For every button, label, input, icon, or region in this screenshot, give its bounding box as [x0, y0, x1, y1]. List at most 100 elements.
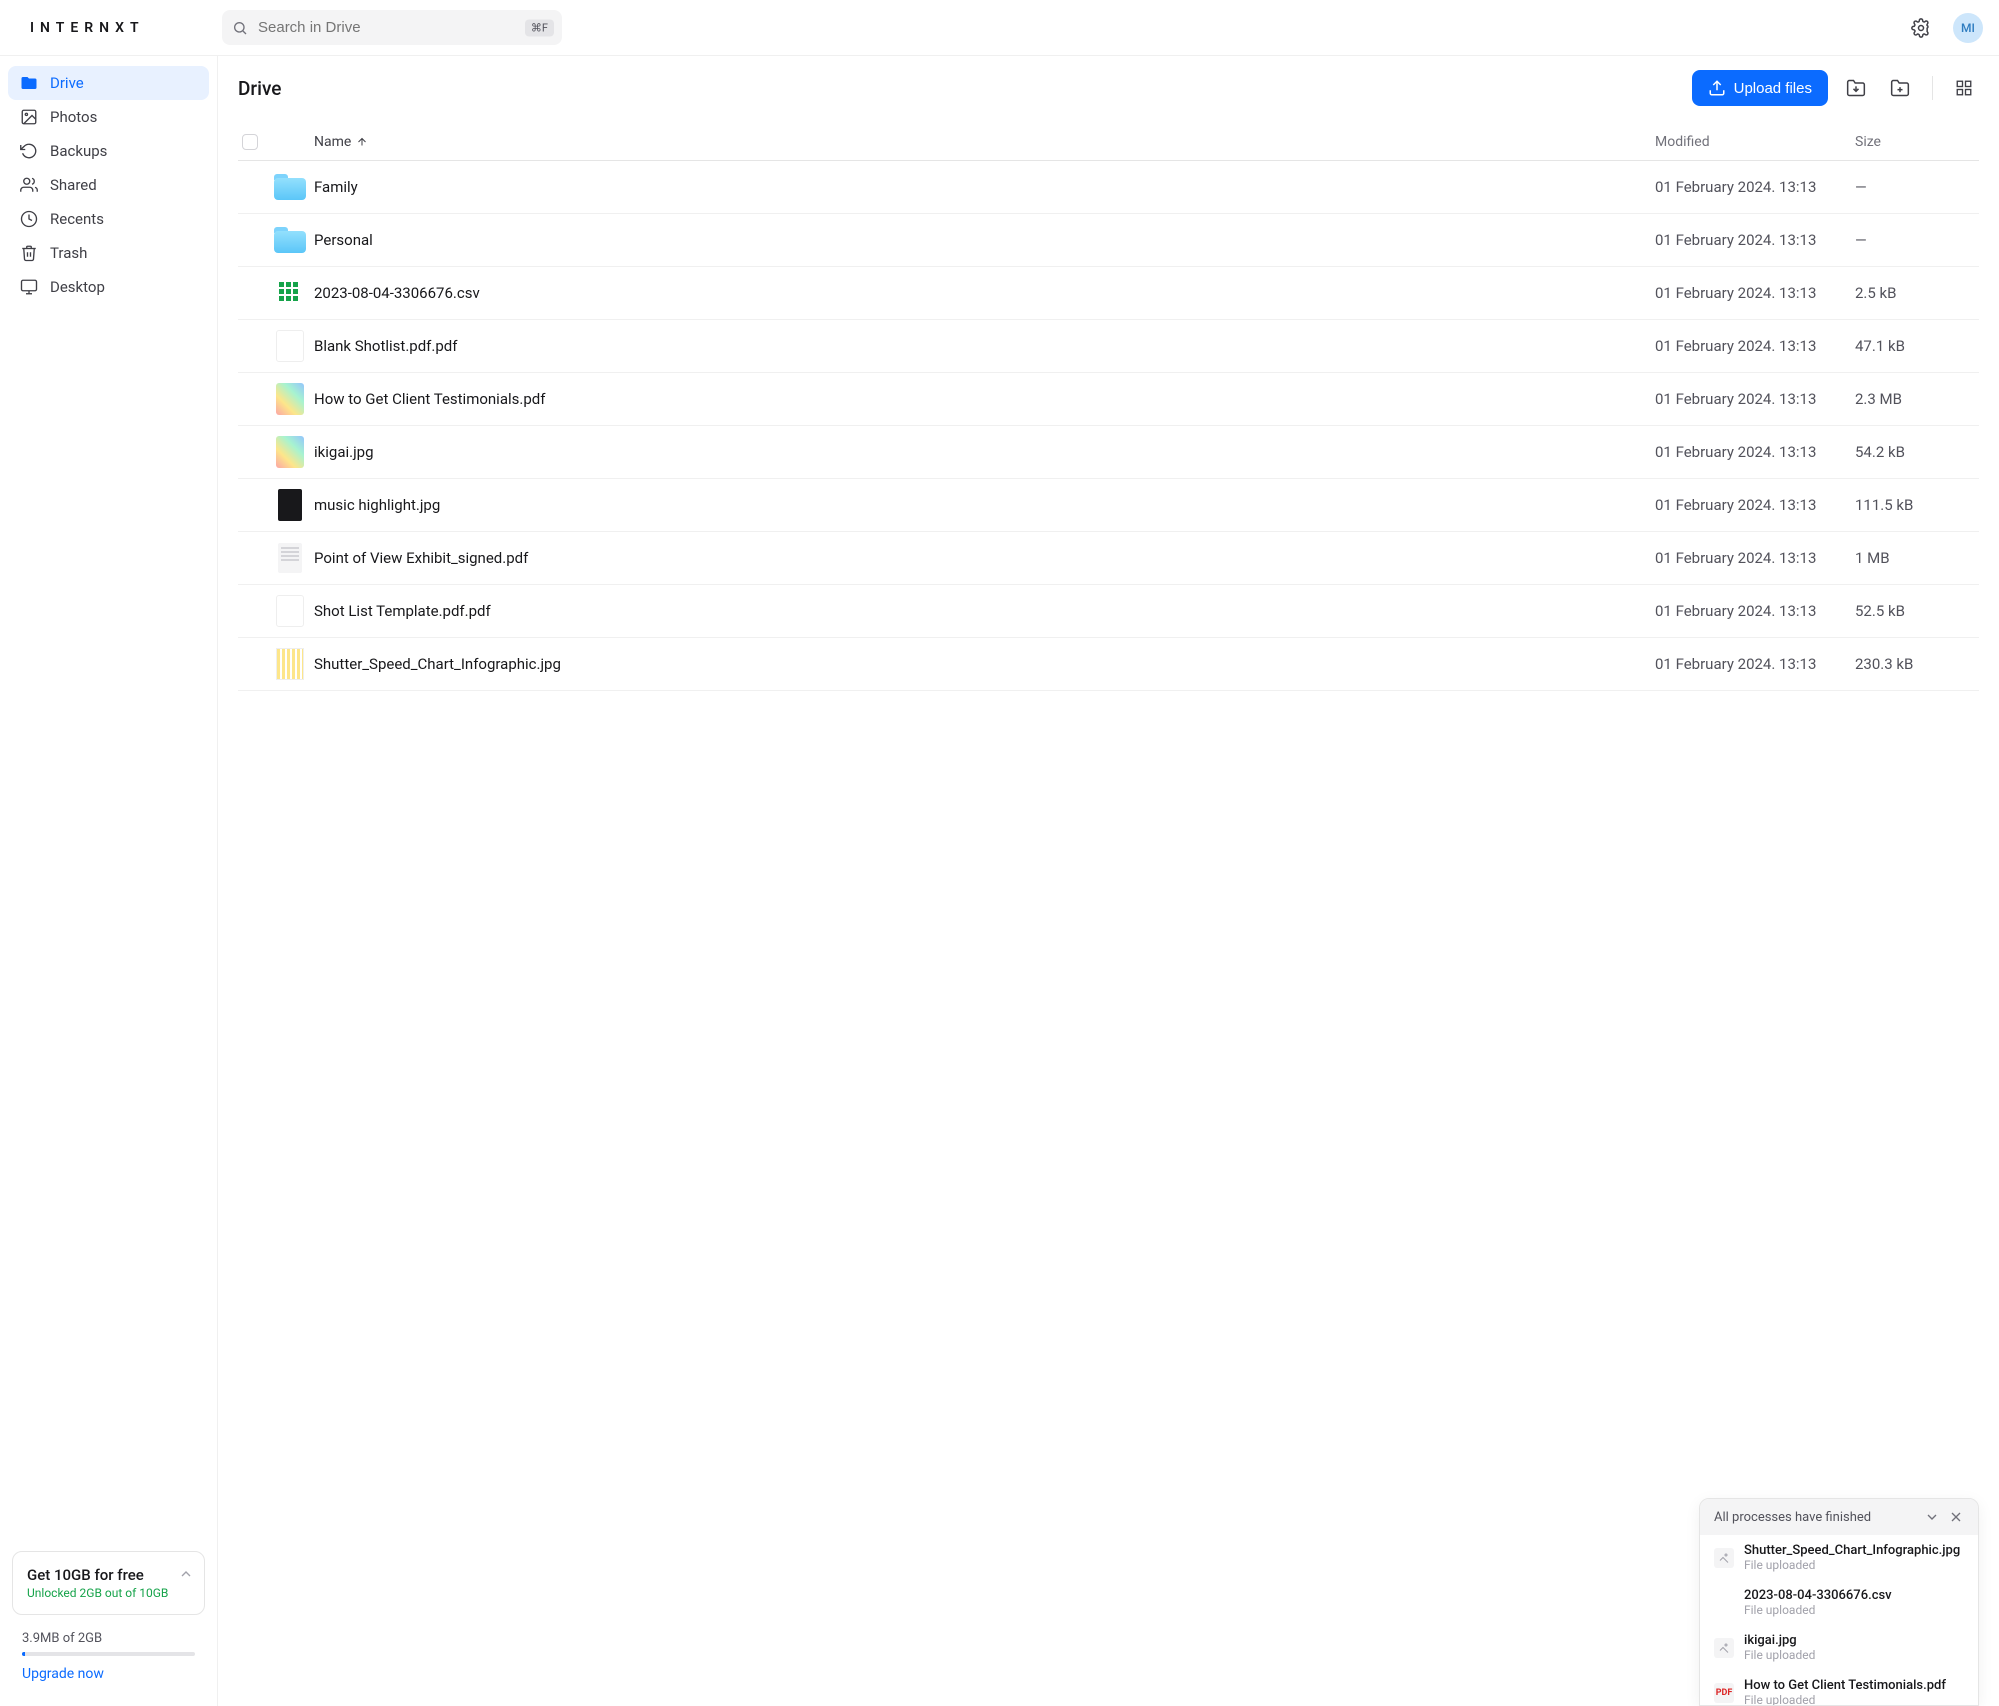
table-row[interactable]: Family 01 February 2024. 13:13 — — [238, 161, 1979, 214]
file-size: 2.3 MB — [1855, 390, 1975, 408]
file-name: Personal — [314, 231, 1655, 249]
chevron-up-icon — [178, 1566, 194, 1582]
sidebar-item-label: Desktop — [50, 278, 105, 296]
file-modified: 01 February 2024. 13:13 — [1655, 284, 1855, 302]
sidebar-item-label: Trash — [50, 244, 87, 262]
file-size: — — [1855, 231, 1975, 249]
file-thumb — [274, 224, 306, 256]
sidebar: Drive Photos Backups Shared Recents Trash Desk… — [0, 56, 218, 1706]
column-modified[interactable]: Modified — [1655, 134, 1855, 150]
main-content: Drive Upload files — [218, 56, 1999, 1706]
file-modified: 01 February 2024. 13:13 — [1655, 602, 1855, 620]
table-row[interactable]: Shutter_Speed_Chart_Infographic.jpg 01 F… — [238, 638, 1979, 691]
new-folder-button[interactable] — [1884, 72, 1916, 104]
logo: INTERNXT — [16, 20, 206, 36]
gear-icon — [1911, 18, 1931, 38]
column-size[interactable]: Size — [1855, 134, 1975, 150]
file-name: Point of View Exhibit_signed.pdf — [314, 549, 1655, 567]
file-size: — — [1855, 178, 1975, 196]
file-size: 230.3 kB — [1855, 655, 1975, 673]
table-row[interactable]: music highlight.jpg 01 February 2024. 13… — [238, 479, 1979, 532]
settings-button[interactable] — [1905, 12, 1937, 44]
sidebar-item-trash[interactable]: Trash — [8, 236, 209, 270]
file-thumb — [274, 648, 306, 680]
toast-file-name: ikigai.jpg — [1744, 1633, 1815, 1648]
toast-file-status: File uploaded — [1744, 1603, 1892, 1617]
avatar[interactable]: MI — [1953, 13, 1983, 43]
file-modified: 01 February 2024. 13:13 — [1655, 178, 1855, 196]
sidebar-item-drive[interactable]: Drive — [8, 66, 209, 100]
promo-subtitle: Unlocked 2GB out of 10GB — [27, 1586, 190, 1600]
file-thumb — [274, 436, 306, 468]
chevron-down-icon[interactable] — [1924, 1509, 1940, 1525]
file-name: music highlight.jpg — [314, 496, 1655, 514]
file-name: How to Get Client Testimonials.pdf — [314, 390, 1655, 408]
toast-item: 2023-08-04-3306676.csvFile uploaded — [1700, 1580, 1978, 1625]
sidebar-item-desktop[interactable]: Desktop — [8, 270, 209, 304]
file-thumb — [274, 542, 306, 574]
close-icon[interactable] — [1948, 1509, 1964, 1525]
sidebar-item-label: Drive — [50, 74, 84, 92]
file-thumb — [274, 489, 306, 521]
select-all-checkbox[interactable] — [242, 134, 258, 150]
history-icon — [20, 142, 38, 160]
grid-view-button[interactable] — [1949, 73, 1979, 103]
upgrade-link[interactable]: Upgrade now — [22, 1666, 195, 1682]
file-name: Family — [314, 178, 1655, 196]
trash-icon — [20, 244, 38, 262]
toast-file-name: Shutter_Speed_Chart_Infographic.jpg — [1744, 1543, 1960, 1558]
search-shortcut: ⌘F — [525, 19, 554, 36]
table-row[interactable]: ikigai.jpg 01 February 2024. 13:13 54.2 … — [238, 426, 1979, 479]
file-name: Blank Shotlist.pdf.pdf — [314, 337, 1655, 355]
clock-icon — [20, 210, 38, 228]
upload-icon — [1708, 79, 1726, 97]
folder-download-icon — [1846, 78, 1866, 98]
file-size: 52.5 kB — [1855, 602, 1975, 620]
file-modified: 01 February 2024. 13:13 — [1655, 337, 1855, 355]
file-thumb — [274, 383, 306, 415]
toast-file-status: File uploaded — [1744, 1648, 1815, 1662]
file-size: 54.2 kB — [1855, 443, 1975, 461]
new-folder-download-button[interactable] — [1840, 72, 1872, 104]
table-row[interactable]: Point of View Exhibit_signed.pdf 01 Febr… — [238, 532, 1979, 585]
table-row[interactable]: How to Get Client Testimonials.pdf 01 Fe… — [238, 373, 1979, 426]
table-row[interactable]: Shot List Template.pdf.pdf 01 February 2… — [238, 585, 1979, 638]
table-row[interactable]: Personal 01 February 2024. 13:13 — — [238, 214, 1979, 267]
sidebar-item-label: Backups — [50, 142, 107, 160]
grid-icon — [1955, 79, 1973, 97]
search-box[interactable]: ⌘F — [222, 10, 562, 45]
toast-item: PDFHow to Get Client Testimonials.pdfFil… — [1700, 1670, 1978, 1705]
column-name[interactable]: Name — [314, 134, 1655, 150]
sidebar-item-shared[interactable]: Shared — [8, 168, 209, 202]
file-name: ikigai.jpg — [314, 443, 1655, 461]
sidebar-item-backups[interactable]: Backups — [8, 134, 209, 168]
search-input[interactable] — [222, 10, 562, 45]
upload-files-button[interactable]: Upload files — [1692, 70, 1828, 106]
image-icon — [20, 108, 38, 126]
toast-file-status: File uploaded — [1744, 1558, 1960, 1572]
users-icon — [20, 176, 38, 194]
file-modified: 01 February 2024. 13:13 — [1655, 390, 1855, 408]
folder-plus-icon — [1890, 78, 1910, 98]
file-name: Shutter_Speed_Chart_Infographic.jpg — [314, 655, 1655, 673]
table-row[interactable]: 2023-08-04-3306676.csv 01 February 2024.… — [238, 267, 1979, 320]
sidebar-item-photos[interactable]: Photos — [8, 100, 209, 134]
sidebar-item-label: Photos — [50, 108, 97, 126]
toast-file-status: File uploaded — [1744, 1693, 1946, 1705]
promo-card[interactable]: Get 10GB for free Unlocked 2GB out of 10… — [12, 1551, 205, 1615]
toast-item: ikigai.jpgFile uploaded — [1700, 1625, 1978, 1670]
file-modified: 01 February 2024. 13:13 — [1655, 655, 1855, 673]
toast-title: All processes have finished — [1714, 1510, 1871, 1525]
file-thumb — [274, 595, 306, 627]
file-modified: 01 February 2024. 13:13 — [1655, 496, 1855, 514]
table-row[interactable]: Blank Shotlist.pdf.pdf 01 February 2024.… — [238, 320, 1979, 373]
sidebar-item-recents[interactable]: Recents — [8, 202, 209, 236]
sidebar-item-label: Recents — [50, 210, 104, 228]
promo-title: Get 10GB for free — [27, 1566, 190, 1584]
upload-toast: All processes have finished Shutter_Spee… — [1699, 1498, 1979, 1706]
toast-file-name: 2023-08-04-3306676.csv — [1744, 1588, 1892, 1603]
file-size: 111.5 kB — [1855, 496, 1975, 514]
file-thumb — [274, 171, 306, 203]
file-modified: 01 February 2024. 13:13 — [1655, 549, 1855, 567]
file-name: Shot List Template.pdf.pdf — [314, 602, 1655, 620]
